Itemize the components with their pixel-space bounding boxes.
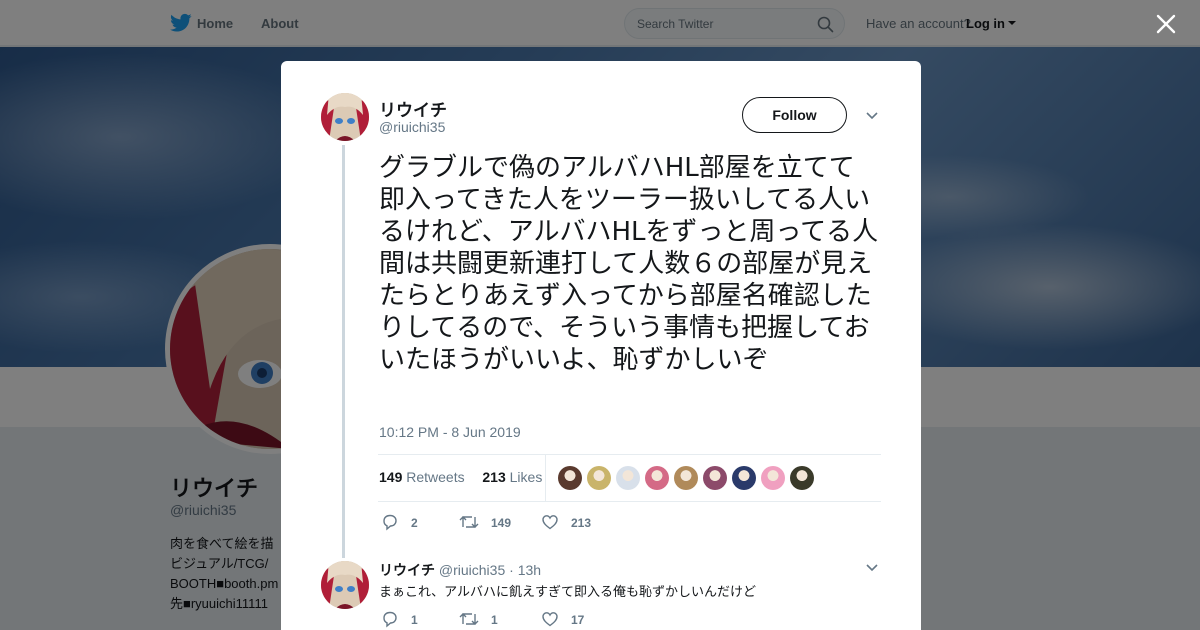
- tweet-text: グラブルで偽のアルバハHL部屋を立てて即入ってきた人をツーラー扱いしてる人いるけ…: [379, 153, 879, 375]
- divider: [378, 501, 881, 502]
- retweet-icon: [459, 516, 479, 528]
- retweet-icon: [459, 613, 479, 625]
- liker-avatar[interactable]: [558, 466, 582, 490]
- thread-connector-line: [342, 145, 345, 558]
- close-icon[interactable]: [1154, 12, 1178, 36]
- reply-text: まぁこれ、アルバハに飢えすぎて即入る俺も恥ずかしいんだけど: [379, 585, 757, 600]
- liker-avatar[interactable]: [790, 466, 814, 490]
- retweet-action[interactable]: 1: [459, 610, 498, 630]
- like-action[interactable]: 213: [541, 513, 591, 533]
- chevron-down-icon[interactable]: [865, 111, 879, 121]
- liker-avatar[interactable]: [761, 466, 785, 490]
- liker-avatar[interactable]: [732, 466, 756, 490]
- like-count: 17: [571, 613, 585, 627]
- chevron-down-icon[interactable]: [865, 563, 879, 573]
- avatar-illustration: [321, 561, 369, 609]
- avatar-illustration: [321, 93, 369, 141]
- follow-button[interactable]: Follow: [742, 97, 847, 133]
- reply-header: リウイチ @riuichi35 · 13h: [379, 560, 541, 580]
- author-avatar[interactable]: [321, 93, 369, 141]
- like-count: 213: [571, 516, 592, 530]
- retweets-label[interactable]: Retweets: [406, 469, 464, 485]
- stats-separator: [545, 454, 546, 501]
- heart-icon: [542, 612, 558, 627]
- retweet-count: 149: [491, 516, 512, 530]
- tweet-stats: 149 Retweets 213 Likes: [379, 469, 542, 485]
- reply-author-name[interactable]: リウイチ: [379, 562, 435, 578]
- reply-count: 1: [411, 613, 418, 627]
- reply-action[interactable]: 2: [381, 513, 418, 533]
- liker-avatar[interactable]: [645, 466, 669, 490]
- tweet-modal: リウイチ @riuichi35 Follow グラブルで偽のアルバハHL部屋を立…: [281, 61, 921, 630]
- author-handle[interactable]: @riuichi35: [379, 119, 445, 135]
- like-action[interactable]: 17: [541, 610, 584, 630]
- liker-avatars: [558, 466, 819, 490]
- reply-icon: [383, 514, 397, 531]
- likes-count[interactable]: 213: [482, 469, 505, 485]
- retweet-count: 1: [491, 613, 498, 627]
- likes-label[interactable]: Likes: [510, 469, 543, 485]
- liker-avatar[interactable]: [703, 466, 727, 490]
- reply-author-handle[interactable]: @riuichi35: [439, 562, 505, 578]
- author-name[interactable]: リウイチ: [379, 96, 447, 121]
- reply-time[interactable]: · 13h: [509, 562, 541, 578]
- liker-avatar[interactable]: [674, 466, 698, 490]
- liker-avatar[interactable]: [587, 466, 611, 490]
- tweet-timestamp[interactable]: 10:12 PM - 8 Jun 2019: [379, 424, 521, 440]
- reply-action[interactable]: 1: [381, 610, 418, 630]
- reply-icon: [383, 611, 397, 628]
- liker-avatar[interactable]: [616, 466, 640, 490]
- heart-icon: [542, 515, 558, 530]
- divider: [378, 454, 881, 455]
- reply-author-avatar[interactable]: [321, 561, 369, 609]
- reply-count: 2: [411, 516, 418, 530]
- retweets-count[interactable]: 149: [379, 469, 402, 485]
- retweet-action[interactable]: 149: [459, 513, 511, 533]
